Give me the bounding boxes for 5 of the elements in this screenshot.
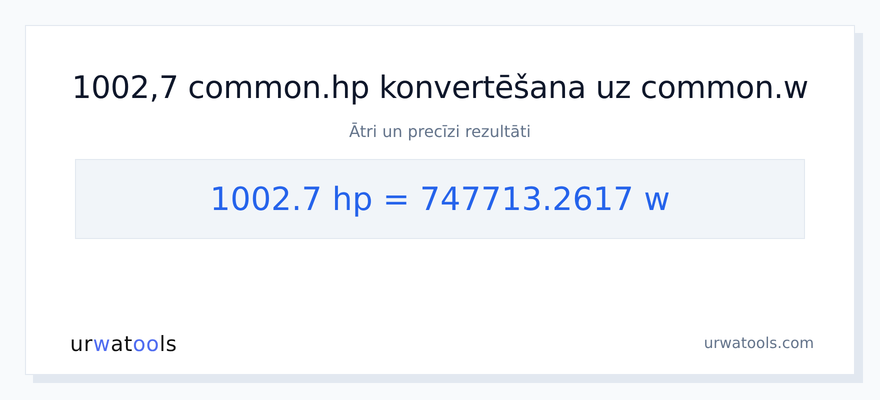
- subtitle: Ātri un precīzi rezultāti: [349, 122, 531, 141]
- page-title: 1002,7 common.hp konvertēšana uz common.w: [72, 70, 808, 106]
- site-link[interactable]: urwatools.com: [704, 334, 814, 352]
- logo: urwatools: [70, 332, 178, 356]
- result-panel: 1002.7 hp = 747713.2617 w: [75, 159, 805, 239]
